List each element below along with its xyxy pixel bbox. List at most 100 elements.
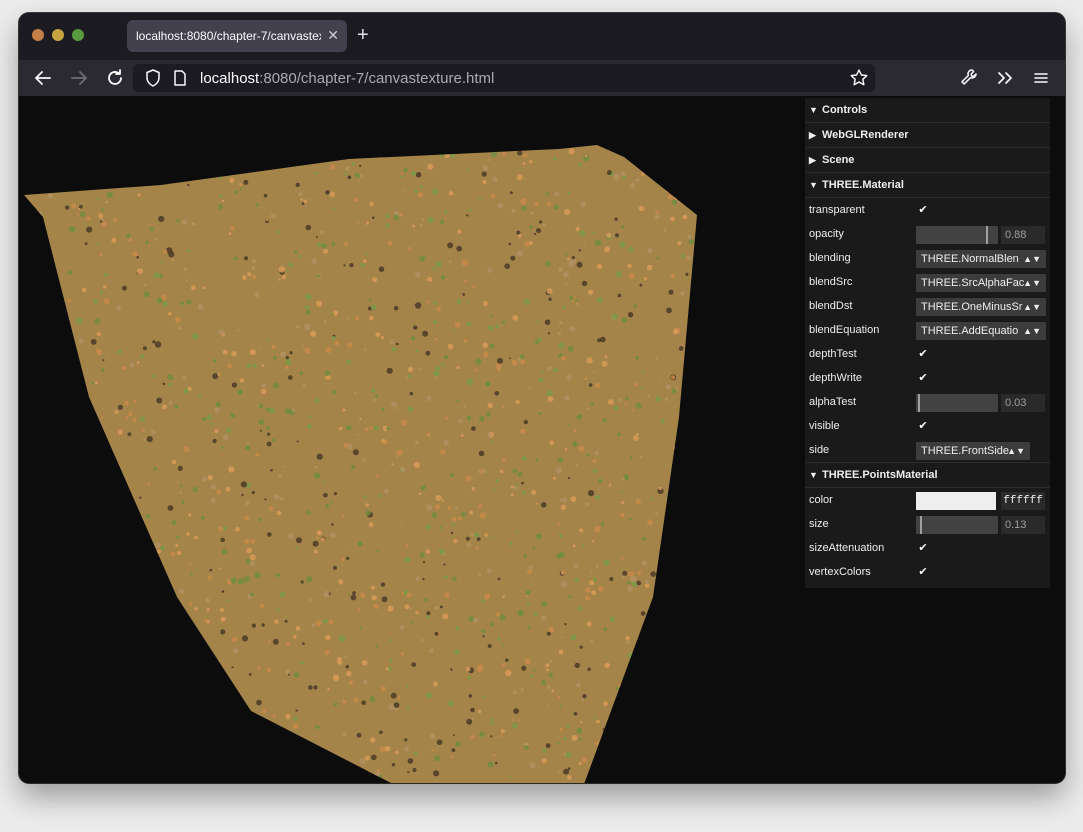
folder-three-pointsmaterial-label: THREE.PointsMaterial xyxy=(822,469,938,481)
depthwrite-checkbox[interactable]: ✔ xyxy=(916,371,930,385)
size-slider[interactable] xyxy=(916,516,998,534)
control-label: blending xyxy=(809,252,851,264)
select-value: THREE.OneMinusSr xyxy=(921,301,1023,313)
control-label: depthTest xyxy=(809,348,857,360)
control-color: color ffffff xyxy=(805,488,1050,512)
folder-scene-label: Scene xyxy=(822,154,855,166)
webgl-viewport[interactable]: ▼ Controls ▶ WebGLRenderer ▶ Scene ▼ THREE.M… xyxy=(19,97,1065,783)
url-bar[interactable]: localhost:8080/chapter-7/canvastexture.h… xyxy=(133,64,875,92)
blendequation-select[interactable]: THREE.AddEquatio ▲▼ xyxy=(916,322,1046,340)
sizeattenuation-checkbox[interactable]: ✔ xyxy=(916,541,930,555)
control-label: blendSrc xyxy=(809,276,853,288)
browser-window: localhost:8080/chapter-7/canvastexture.h… xyxy=(19,13,1065,783)
blending-select[interactable]: THREE.NormalBlen ▲▼ xyxy=(916,250,1046,268)
control-depthtest: depthTest ✔ xyxy=(805,342,1050,366)
shield-icon[interactable] xyxy=(144,68,162,93)
select-value: THREE.NormalBlen xyxy=(921,253,1019,265)
control-vertexcolors: vertexColors ✔ xyxy=(805,560,1050,584)
side-select[interactable]: THREE.FrontSide ▲▼ xyxy=(916,442,1030,460)
control-label: opacity xyxy=(809,228,844,240)
url-host: localhost xyxy=(200,70,260,87)
reload-icon[interactable] xyxy=(103,66,127,90)
control-visible: visible ✔ xyxy=(805,414,1050,438)
page-icon[interactable] xyxy=(173,69,187,92)
control-opacity: opacity 0.88 xyxy=(805,222,1050,246)
blenddst-select[interactable]: THREE.OneMinusSr ▲▼ xyxy=(916,298,1046,316)
control-depthwrite: depthWrite ✔ xyxy=(805,366,1050,390)
control-label: transparent xyxy=(809,204,865,216)
hamburger-menu-icon[interactable] xyxy=(1029,66,1053,90)
control-label: depthWrite xyxy=(809,372,862,384)
url-text[interactable]: localhost:8080/chapter-7/canvastexture.h… xyxy=(200,70,494,87)
control-label: alphaTest xyxy=(809,396,857,408)
control-transparent: transparent ✔ xyxy=(805,198,1050,222)
control-blendequation: blendEquation THREE.AddEquatio ▲▼ xyxy=(805,318,1050,342)
depthtest-checkbox[interactable]: ✔ xyxy=(916,347,930,361)
control-alphatest: alphaTest 0.03 xyxy=(805,390,1050,414)
control-side: side THREE.FrontSide ▲▼ xyxy=(805,438,1050,462)
window-close-button[interactable] xyxy=(32,29,44,41)
alphatest-slider[interactable] xyxy=(916,394,998,412)
color-swatch[interactable] xyxy=(916,492,996,510)
controls-title: Controls xyxy=(822,104,868,116)
overflow-chevrons-icon[interactable] xyxy=(993,66,1017,90)
tab-active[interactable]: localhost:8080/chapter-7/canvastexture.h… xyxy=(127,20,347,52)
blendsrc-select[interactable]: THREE.SrcAlphaFac ▲▼ xyxy=(916,274,1046,292)
tab-title: localhost:8080/chapter-7/canvastexture.h… xyxy=(136,29,321,43)
chevron-right-icon: ▶ xyxy=(809,155,816,165)
select-arrows-icon: ▲▼ xyxy=(1023,302,1041,312)
select-arrows-icon: ▲▼ xyxy=(1023,254,1041,264)
control-label: blendEquation xyxy=(809,324,880,336)
select-arrows-icon: ▲▼ xyxy=(1007,446,1025,456)
vertexcolors-checkbox[interactable]: ✔ xyxy=(916,565,930,579)
color-hex-input[interactable]: ffffff xyxy=(1001,492,1045,510)
slider-handle[interactable] xyxy=(986,226,988,244)
select-value: THREE.AddEquatio xyxy=(921,325,1019,337)
folder-three-material[interactable]: ▼ THREE.Material xyxy=(805,173,1050,198)
tab-bar: localhost:8080/chapter-7/canvastexture.h… xyxy=(19,13,1065,60)
forward-arrow-icon[interactable] xyxy=(67,66,91,90)
select-arrows-icon: ▲▼ xyxy=(1023,326,1041,336)
folder-webglrenderer-label: WebGLRenderer xyxy=(822,129,909,141)
select-value: THREE.SrcAlphaFac xyxy=(921,277,1025,289)
chevron-down-icon: ▼ xyxy=(809,180,818,190)
opacity-slider[interactable] xyxy=(916,226,998,244)
control-blendsrc: blendSrc THREE.SrcAlphaFac ▲▼ xyxy=(805,270,1050,294)
control-sizeattenuation: sizeAttenuation ✔ xyxy=(805,536,1050,560)
folder-scene[interactable]: ▶ Scene xyxy=(805,148,1050,173)
back-arrow-icon[interactable] xyxy=(31,66,55,90)
slider-handle[interactable] xyxy=(918,394,920,412)
slider-handle[interactable] xyxy=(920,516,922,534)
chevron-right-icon: ▶ xyxy=(809,130,816,140)
control-label: side xyxy=(809,444,830,456)
wrench-icon[interactable] xyxy=(957,66,981,90)
chevron-down-icon: ▼ xyxy=(809,470,818,480)
new-tab-icon[interactable]: + xyxy=(357,24,369,46)
window-minimize-button[interactable] xyxy=(52,29,64,41)
folder-webglrenderer[interactable]: ▶ WebGLRenderer xyxy=(805,123,1050,148)
transparent-checkbox[interactable]: ✔ xyxy=(916,203,930,217)
url-path: :8080/chapter-7/canvastexture.html xyxy=(259,70,495,87)
bookmark-star-icon[interactable] xyxy=(849,68,869,93)
control-blenddst: blendDst THREE.OneMinusSr ▲▼ xyxy=(805,294,1050,318)
tab-close-icon[interactable]: ✕ xyxy=(327,26,339,44)
dat-gui-panel: ▼ Controls ▶ WebGLRenderer ▶ Scene ▼ THREE.M… xyxy=(805,98,1050,588)
opacity-input[interactable]: 0.88 xyxy=(1001,226,1045,244)
control-label: color xyxy=(809,494,833,506)
select-value: THREE.FrontSide xyxy=(921,445,1010,457)
size-input[interactable]: 0.13 xyxy=(1001,516,1045,534)
folder-three-material-label: THREE.Material xyxy=(822,179,904,191)
visible-checkbox[interactable]: ✔ xyxy=(916,419,930,433)
control-label: visible xyxy=(809,420,840,432)
chevron-down-icon: ▼ xyxy=(809,105,818,115)
navigation-bar: localhost:8080/chapter-7/canvastexture.h… xyxy=(19,60,1065,97)
select-arrows-icon: ▲▼ xyxy=(1023,278,1041,288)
control-label: blendDst xyxy=(809,300,853,312)
control-label: size xyxy=(809,518,829,530)
window-maximize-button[interactable] xyxy=(72,29,84,41)
controls-header[interactable]: ▼ Controls xyxy=(805,98,1050,123)
control-label: sizeAttenuation xyxy=(809,542,885,554)
control-label: vertexColors xyxy=(809,566,871,578)
alphatest-input[interactable]: 0.03 xyxy=(1001,394,1045,412)
folder-three-pointsmaterial[interactable]: ▼ THREE.PointsMaterial xyxy=(805,462,1050,488)
